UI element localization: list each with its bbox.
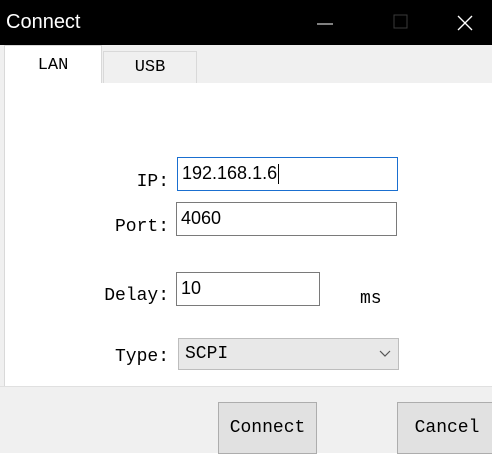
button-bar: Connect Cancel <box>0 386 492 454</box>
ip-value: 192.168.1.6 <box>182 163 278 183</box>
port-input[interactable]: 4060 <box>176 202 397 236</box>
delay-input[interactable]: 10 <box>176 272 320 306</box>
minimize-icon <box>317 23 333 25</box>
port-label: Port: <box>114 217 169 237</box>
type-label: Type: <box>114 347 169 367</box>
connect-button[interactable]: Connect <box>218 402 317 454</box>
text-caret <box>278 164 280 185</box>
ip-input[interactable]: 192.168.1.6 <box>177 157 398 191</box>
type-selected-value: SCPI <box>185 344 229 364</box>
minimize-button[interactable] <box>297 0 353 45</box>
tab-usb[interactable]: USB <box>103 51 197 83</box>
type-select[interactable]: SCPI <box>178 338 399 370</box>
delay-label: Delay: <box>104 286 169 306</box>
connect-dialog: LAN USB IP: 192.168.1.6 Port: 4060 Delay… <box>0 45 492 454</box>
tab-lan[interactable]: LAN <box>4 45 102 85</box>
window-title: Connect <box>6 11 81 33</box>
maximize-button[interactable] <box>372 0 428 45</box>
close-button[interactable] <box>434 0 490 45</box>
title-bar: Connect <box>0 0 492 45</box>
ip-label: IP: <box>136 172 169 192</box>
close-icon <box>457 15 473 31</box>
cancel-button[interactable]: Cancel <box>397 402 492 454</box>
tab-strip: LAN USB <box>0 45 492 85</box>
lan-panel: IP: 192.168.1.6 Port: 4060 Delay: 10 ms … <box>4 83 492 386</box>
chevron-down-icon <box>379 350 391 357</box>
delay-unit: ms <box>360 289 382 309</box>
maximize-icon <box>393 14 408 29</box>
